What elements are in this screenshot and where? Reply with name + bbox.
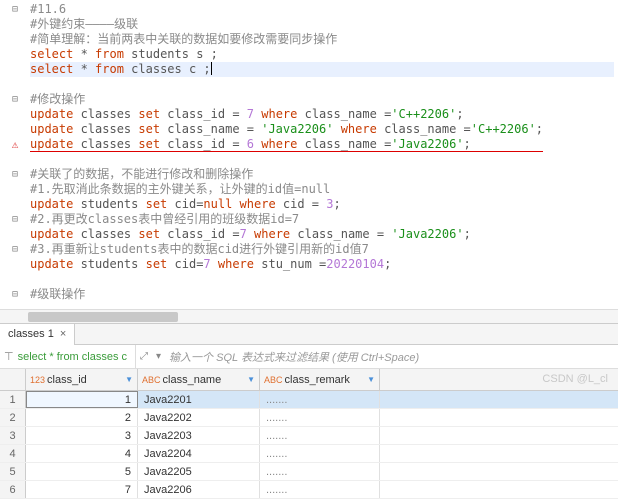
- column-header-name[interactable]: ABCclass_name▼: [138, 369, 260, 390]
- comment: #级联操作: [30, 287, 85, 302]
- fold-icon[interactable]: ⊟: [0, 92, 30, 107]
- filter-input[interactable]: 输入一个 SQL 表达式来过滤结果 (使用 Ctrl+Space): [165, 349, 618, 365]
- table-row[interactable]: 67Java2206.......: [0, 481, 618, 499]
- chevron-down-icon[interactable]: ▼: [367, 375, 375, 384]
- comment: #1.先取消此条数据的主外键关系，让外键的id值=null: [30, 182, 330, 197]
- comment: #11.6: [30, 2, 66, 17]
- table-row[interactable]: 44Java2204.......: [0, 445, 618, 463]
- fold-icon[interactable]: ⊟: [0, 287, 30, 302]
- fold-icon[interactable]: ⊟: [0, 167, 30, 182]
- comment: #关联了的数据，不能进行修改和删除操作: [30, 167, 253, 182]
- column-header-id[interactable]: 123class_id▼: [26, 369, 138, 390]
- chevron-down-icon[interactable]: ▼: [125, 375, 133, 384]
- scroll-thumb[interactable]: [28, 312, 178, 322]
- table-row[interactable]: 22Java2202.......: [0, 409, 618, 427]
- fold-icon[interactable]: ⊟: [0, 2, 30, 17]
- warning-icon[interactable]: ⚠: [0, 137, 30, 152]
- comment: #3.再重新让students表中的数据cid进行外键引用新的id值7: [30, 242, 369, 257]
- tab-label: classes 1: [8, 328, 54, 340]
- keyword: select: [30, 47, 73, 62]
- comment: #简单理解：当前两表中关联的数据如要修改需要同步操作: [30, 32, 337, 47]
- code-content[interactable]: #11.6 #外键约束————级联 #简单理解：当前两表中关联的数据如要修改需要…: [30, 2, 543, 302]
- row-header-corner: [0, 369, 26, 390]
- t-icon: ⊤: [4, 350, 14, 363]
- comment: #2.再更改classes表中曾经引用的班级数据id=7: [30, 212, 299, 227]
- tab-classes[interactable]: classes 1 ×: [0, 324, 75, 345]
- text-cursor: [211, 62, 212, 75]
- fold-icon[interactable]: ⊟: [0, 242, 30, 257]
- table-row[interactable]: 11Java2201.......: [0, 391, 618, 409]
- filter-row: ⊤ select * from classes c ⤢ ▾ 输入一个 SQL 表…: [0, 345, 618, 369]
- result-tabs: classes 1 ×: [0, 323, 618, 345]
- table-row[interactable]: 33Java2203.......: [0, 427, 618, 445]
- keyword: select: [30, 62, 73, 77]
- sql-preview: ⊤ select * from classes c: [0, 345, 136, 368]
- expand-icon[interactable]: ⤢: [136, 351, 152, 362]
- comment: #修改操作: [30, 92, 85, 107]
- fold-icon[interactable]: ⊟: [0, 212, 30, 227]
- close-icon[interactable]: ×: [60, 328, 66, 340]
- column-header-remark[interactable]: ABCclass_remark▼: [260, 369, 380, 390]
- table-row[interactable]: 55Java2205.......: [0, 463, 618, 481]
- sql-editor[interactable]: ⊟ ⊟ ⚠ ⊟ ⊟ ⊟ ⊟ #11.6 #外键约束————级联 #简单理解：当前…: [0, 0, 618, 323]
- horizontal-scrollbar[interactable]: [0, 309, 618, 323]
- comment: #外键约束————级联: [30, 17, 138, 32]
- editor-gutter: ⊟ ⊟ ⚠ ⊟ ⊟ ⊟ ⊟: [0, 2, 30, 302]
- grid-header: 123class_id▼ ABCclass_name▼ ABCclass_rem…: [0, 369, 618, 391]
- watermark: CSDN @L_cl: [542, 373, 608, 385]
- filter-icon[interactable]: ▾: [152, 351, 165, 362]
- chevron-down-icon[interactable]: ▼: [247, 375, 255, 384]
- result-grid: 123class_id▼ ABCclass_name▼ ABCclass_rem…: [0, 369, 618, 499]
- error-line: update classes set class_id = 6 where cl…: [30, 137, 543, 152]
